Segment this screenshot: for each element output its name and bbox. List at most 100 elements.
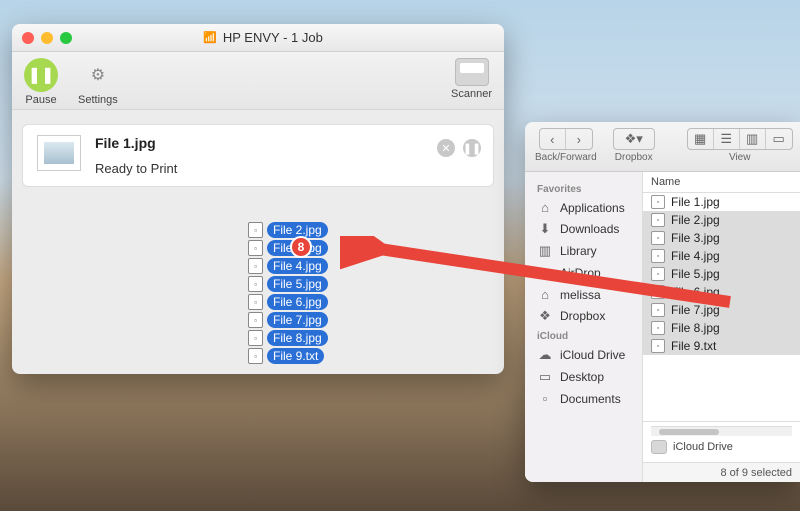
sidebar-item[interactable]: ▭Desktop (525, 366, 642, 388)
traffic-lights (22, 32, 72, 44)
file-row[interactable]: ▫File 4.jpg (643, 247, 800, 265)
dragged-file-label: File 4.jpg (267, 258, 328, 274)
sidebar-item[interactable]: ☁iCloud Drive (525, 344, 642, 366)
icon-view-button[interactable]: ▦ (688, 129, 714, 149)
file-icon: ▫ (248, 222, 263, 238)
path-group: ❖▾ Dropbox (613, 128, 655, 163)
titlebar: 📶 HP ENVY - 1 Job (12, 24, 504, 52)
sidebar-label: melissa (560, 288, 601, 302)
dragged-file-label: File 5.jpg (267, 276, 328, 292)
print-toolbar: ❚❚ Pause ⚙ Settings Scanner (12, 52, 504, 110)
horizontal-scrollbar[interactable] (651, 426, 792, 436)
file-icon: ▫ (248, 258, 263, 274)
file-row[interactable]: ▫File 2.jpg (643, 211, 800, 229)
device-row[interactable]: iCloud Drive (651, 436, 792, 458)
zoom-button[interactable] (60, 32, 72, 44)
dragged-files: ▫File 2.jpg▫File 3.jpg▫File 4.jpg▫File 5… (248, 222, 328, 366)
file-name: File 9.txt (671, 339, 716, 353)
pause-icon: ❚❚ (24, 58, 58, 92)
dragged-file: ▫File 7.jpg (248, 312, 328, 328)
print-job[interactable]: File 1.jpg Ready to Print ✕ ❚❚ (22, 124, 494, 187)
dragged-file: ▫File 4.jpg (248, 258, 328, 274)
sidebar-label: Applications (560, 201, 625, 215)
sidebar-item[interactable]: ▥Library (525, 240, 642, 262)
icloud-header: iCloud (525, 327, 642, 344)
job-info: File 1.jpg Ready to Print (95, 135, 479, 176)
file-name: File 3.jpg (671, 231, 720, 245)
sidebar-icon: ▭ (537, 369, 553, 385)
file-icon: ▫ (651, 195, 665, 209)
close-button[interactable] (22, 32, 34, 44)
file-icon: ▫ (248, 240, 263, 256)
sidebar-icon: ☁ (537, 347, 553, 363)
name-column-header[interactable]: Name (643, 172, 800, 193)
finder-toolbar: ‹ › Back/Forward ❖▾ Dropbox ▦ ☰ ▥ ▭ View (525, 122, 800, 172)
file-icon: ▫ (651, 249, 665, 263)
sidebar-label: Downloads (560, 222, 619, 236)
file-name: File 8.jpg (671, 321, 720, 335)
sidebar-item[interactable]: ◎ AirDrop (525, 262, 642, 284)
file-icon: ▫ (651, 303, 665, 317)
dragged-file-label: File 8.jpg (267, 330, 328, 346)
favorites-header: Favorites (525, 180, 642, 197)
sidebar-item[interactable]: ⬇ Downloads (525, 218, 642, 240)
file-icon: ▫ (248, 294, 263, 310)
settings-button[interactable]: ⚙ Settings (78, 58, 118, 106)
gallery-view-button[interactable]: ▭ (766, 129, 792, 149)
window-title: 📶 HP ENVY - 1 Job (72, 30, 454, 45)
sidebar-item[interactable]: ▫Documents (525, 388, 642, 409)
file-name: File 1.jpg (671, 195, 720, 209)
job-status: Ready to Print (95, 161, 479, 176)
forward-button[interactable]: › (566, 129, 592, 149)
dragged-file: ▫File 5.jpg (248, 276, 328, 292)
window-title-text: HP ENVY - 1 Job (223, 30, 323, 45)
file-icon: ▫ (651, 285, 665, 299)
sidebar-icon: ⬇ (537, 221, 553, 237)
job-filename: File 1.jpg (95, 135, 479, 151)
finder-sidebar: Favorites ⌂Applications⬇Downloads▥Librar… (525, 172, 643, 482)
dragged-file-label: File 7.jpg (267, 312, 328, 328)
file-name: File 5.jpg (671, 267, 720, 281)
file-row[interactable]: ▫File 3.jpg (643, 229, 800, 247)
cancel-job-button[interactable]: ✕ (437, 139, 455, 157)
sidebar-item[interactable]: ⌂ melissa (525, 284, 642, 305)
finder-file-list: Name ▫File 1.jpg▫File 2.jpg▫File 3.jpg▫F… (643, 172, 800, 482)
file-name: File 6.jpg (671, 285, 720, 299)
sidebar-label: Documents (560, 392, 621, 406)
file-icon: ▫ (651, 339, 665, 353)
sidebar-item[interactable]: ⌂Applications (525, 197, 642, 218)
minimize-button[interactable] (41, 32, 53, 44)
scanner-button[interactable]: Scanner (451, 58, 492, 100)
sidebar-icon: ▥ (537, 243, 553, 259)
sidebar-icon: ⌂ (537, 287, 553, 302)
sidebar-label: AirDrop (560, 266, 601, 280)
file-icon: ▫ (248, 276, 263, 292)
gear-icon: ⚙ (81, 58, 115, 92)
dragged-file-label: File 6.jpg (267, 294, 328, 310)
pause-job-button[interactable]: ❚❚ (463, 139, 481, 157)
file-row[interactable]: ▫ File 6.jpg (643, 283, 800, 301)
pause-button[interactable]: ❚❚ Pause (24, 58, 58, 106)
dropbox-icon[interactable]: ❖▾ (614, 129, 654, 149)
dragged-file: ▫File 3.jpg (248, 240, 328, 256)
file-row[interactable]: ▫File 7.jpg (643, 301, 800, 319)
dragged-file-label: File 9.txt (267, 348, 324, 364)
view-label: View (729, 152, 751, 163)
sidebar-icon: ◎ (537, 265, 553, 281)
column-view-button[interactable]: ▥ (740, 129, 766, 149)
job-thumbnail (37, 135, 81, 171)
file-row[interactable]: ▫ File 1.jpg (643, 193, 800, 211)
file-row[interactable]: ▫File 5.jpg (643, 265, 800, 283)
file-row[interactable]: ▫ File 9.txt (643, 337, 800, 355)
dragged-file: ▫File 6.jpg (248, 294, 328, 310)
view-group: ▦ ☰ ▥ ▭ View (687, 128, 793, 163)
back-button[interactable]: ‹ (540, 129, 566, 149)
list-view-button[interactable]: ☰ (714, 129, 740, 149)
sidebar-item[interactable]: ❖Dropbox (525, 305, 642, 327)
scanner-icon (455, 58, 489, 86)
dragged-file: ▫File 2.jpg (248, 222, 328, 238)
file-row[interactable]: ▫File 8.jpg (643, 319, 800, 337)
nav-label: Back/Forward (535, 152, 597, 163)
finder-window: ‹ › Back/Forward ❖▾ Dropbox ▦ ☰ ▥ ▭ View (525, 122, 800, 482)
wifi-icon: 📶 (203, 31, 217, 44)
